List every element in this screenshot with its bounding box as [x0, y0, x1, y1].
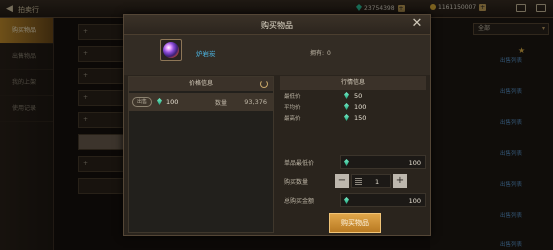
gem-icon: [344, 197, 349, 204]
gem-icon: [344, 92, 349, 99]
order-row[interactable]: 出售 100 数量 93,376: [129, 93, 273, 111]
quantity-label: 数量: [215, 100, 228, 107]
market-row-max: 最高价 150: [284, 114, 367, 122]
quantity-stepper: − 1 +: [335, 174, 407, 188]
dialog-header: 购买物品 ✕: [124, 15, 430, 35]
quantity-row: 购买数量 − 1 +: [280, 174, 426, 188]
item-name: 炉岩炭: [196, 50, 216, 58]
order-quantity: 93,376: [244, 98, 267, 106]
gem-icon: [344, 103, 349, 110]
buy-button[interactable]: 购买物品: [329, 213, 381, 233]
price-info-panel: 价格信息 出售 100 数量 93,376: [128, 76, 274, 233]
quantity-input[interactable]: 1: [351, 174, 391, 188]
order-price: 100: [166, 98, 179, 106]
market-info-panel: 行情信息 最低价 50 平均价 100 最高价 150: [280, 76, 426, 138]
item-orb-icon: [160, 39, 182, 61]
sell-tag: 出售: [132, 97, 152, 107]
dialog-title: 购买物品: [261, 21, 293, 30]
close-icon[interactable]: ✕: [410, 17, 424, 31]
decrease-button[interactable]: −: [335, 174, 349, 188]
owned-count: 拥有: 0: [310, 50, 331, 57]
price-info-header: 价格信息: [129, 77, 273, 91]
market-info-header: 行情信息: [280, 76, 426, 90]
increase-button[interactable]: +: [393, 174, 407, 188]
keypad-icon: [355, 178, 362, 185]
item-summary: 炉岩炭 拥有: 0: [124, 35, 430, 75]
market-row-min: 最低价 50: [284, 92, 363, 100]
market-row-avg: 平均价 100: [284, 103, 367, 111]
gem-icon: [344, 159, 349, 166]
refresh-icon[interactable]: [260, 80, 268, 88]
buy-item-dialog: 购买物品 ✕ 炉岩炭 拥有: 0 价格信息 出售 100 数量 93,376 行情…: [123, 14, 431, 236]
gem-icon: [157, 98, 162, 105]
unit-low-price-row: 单品最低价 100: [280, 155, 426, 169]
total-field: 100: [340, 193, 426, 207]
unit-price-field: 100: [340, 155, 426, 169]
gem-icon: [344, 114, 349, 121]
total-row: 总购买金额 100: [280, 193, 426, 207]
